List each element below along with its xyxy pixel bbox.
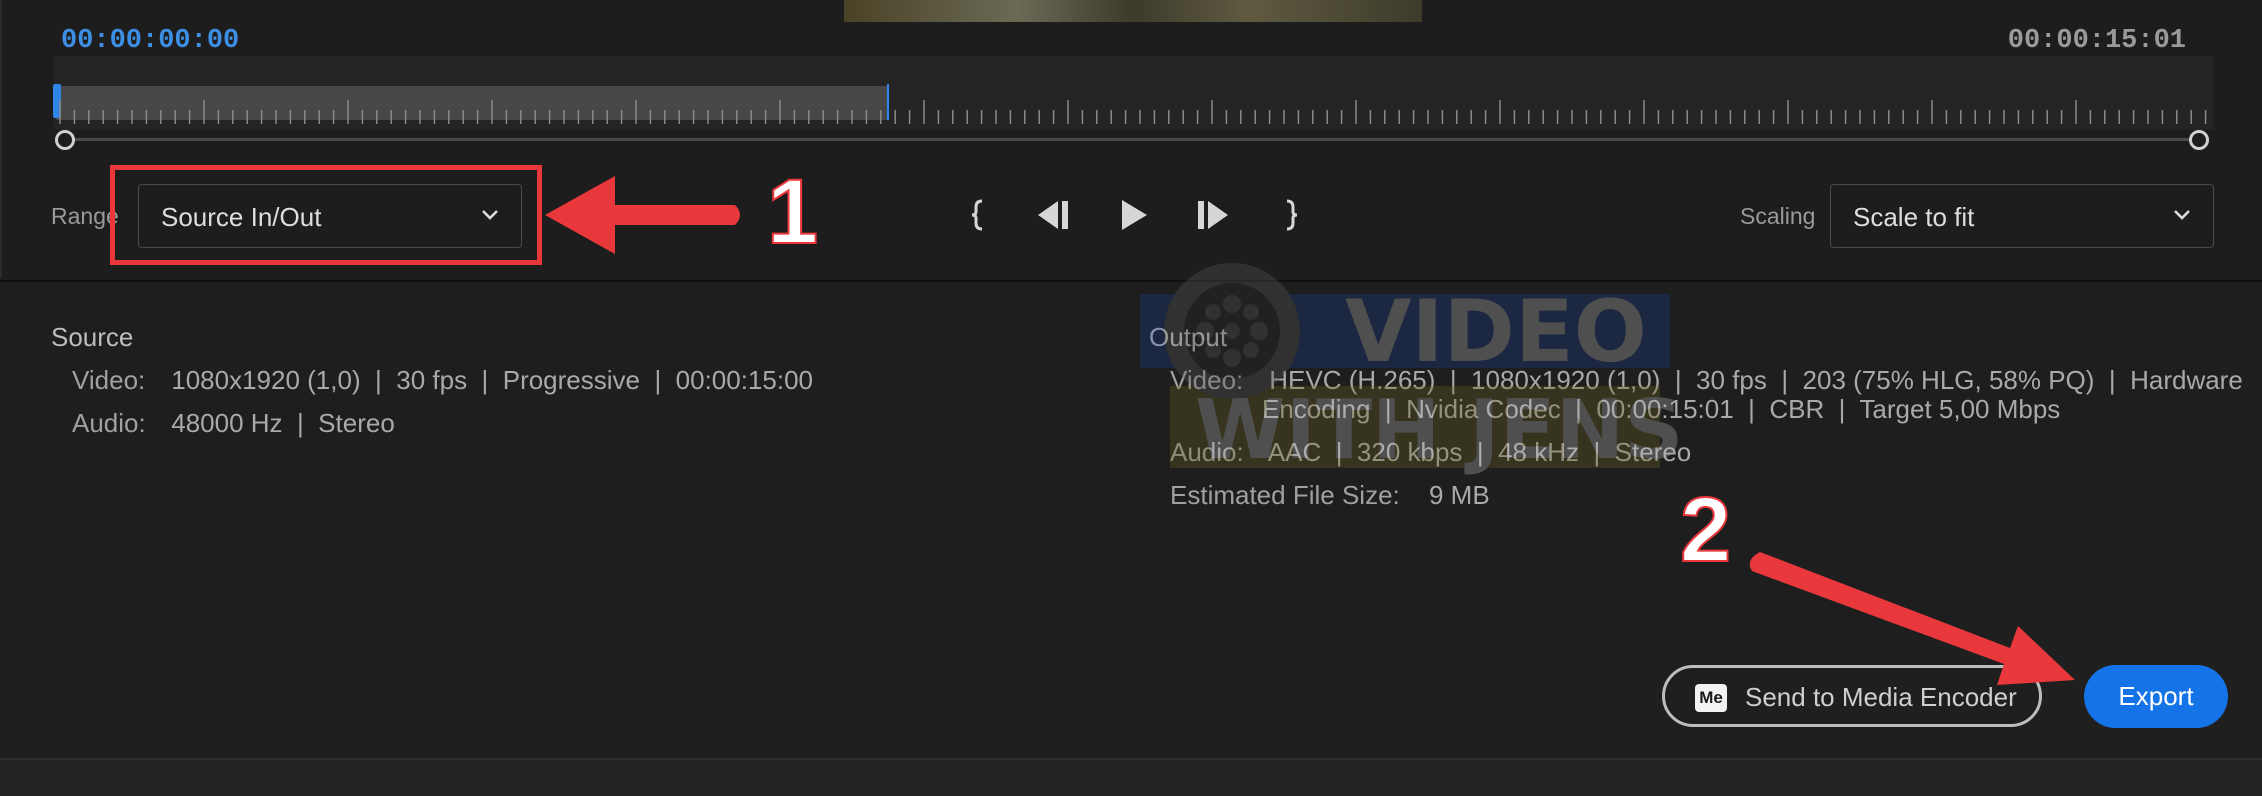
send-to-media-encoder-label: Send to Media Encoder	[1745, 682, 2017, 712]
export-button[interactable]: Export	[2084, 665, 2228, 728]
source-audio-row: Audio: 48000 Hz | Stereo	[72, 408, 395, 439]
scaling-label: Scaling	[1740, 203, 1816, 229]
set-in-button[interactable]	[958, 190, 998, 240]
highlight-box	[110, 165, 542, 265]
step-back-icon	[1038, 201, 1068, 229]
send-to-media-encoder-button[interactable]: Me Send to Media Encoder	[1662, 665, 2042, 727]
callout-number-2: 2	[1679, 478, 1732, 582]
set-in-icon	[971, 199, 983, 231]
source-title: Source	[51, 322, 134, 352]
film-reel-icon: VIDEO WITH JENS	[1140, 263, 1683, 478]
out-timecode: 00:00:15:01	[2007, 26, 2186, 56]
zoom-handle-left[interactable]	[55, 130, 75, 150]
callout-number-1: 1	[766, 160, 819, 264]
step-forward-icon	[1198, 201, 1228, 229]
range-label: Range	[51, 203, 119, 229]
media-encoder-icon: Me	[1695, 684, 1727, 712]
zoom-handle-right[interactable]	[2189, 130, 2209, 150]
scaling-dropdown[interactable]: Scale to fit	[1830, 184, 2214, 248]
step-back-button[interactable]	[1033, 190, 1073, 240]
play-button[interactable]	[1114, 190, 1154, 240]
timeline-ruler	[59, 100, 2207, 124]
zoom-scrollbar[interactable]	[64, 138, 2200, 141]
step-forward-button[interactable]	[1193, 190, 1233, 240]
source-audio-value: 48000 Hz | Stereo	[171, 408, 395, 438]
set-out-icon	[1286, 199, 1298, 231]
in-timecode[interactable]: 00:00:00:00	[61, 26, 239, 56]
source-video-value: 1080x1920 (1,0) | 30 fps | Progressive |…	[171, 365, 813, 395]
scaling-dropdown-value: Scale to fit	[1853, 202, 1975, 232]
set-out-button[interactable]	[1271, 190, 1311, 240]
source-audio-label: Audio:	[72, 408, 146, 438]
bottom-strip	[0, 758, 2262, 796]
chevron-down-icon	[2174, 210, 2190, 220]
watermark-logo: VIDEO WITH JENS	[1100, 236, 1700, 486]
video-preview-thumbnail	[844, 0, 1422, 22]
source-video-label: Video:	[72, 365, 146, 395]
watermark-line1: VIDEO	[1345, 282, 1647, 382]
play-icon	[1122, 200, 1147, 230]
watermark-line2: WITH JENS	[1195, 383, 1683, 478]
source-video-row: Video: 1080x1920 (1,0) | 30 fps | Progre…	[72, 365, 813, 396]
